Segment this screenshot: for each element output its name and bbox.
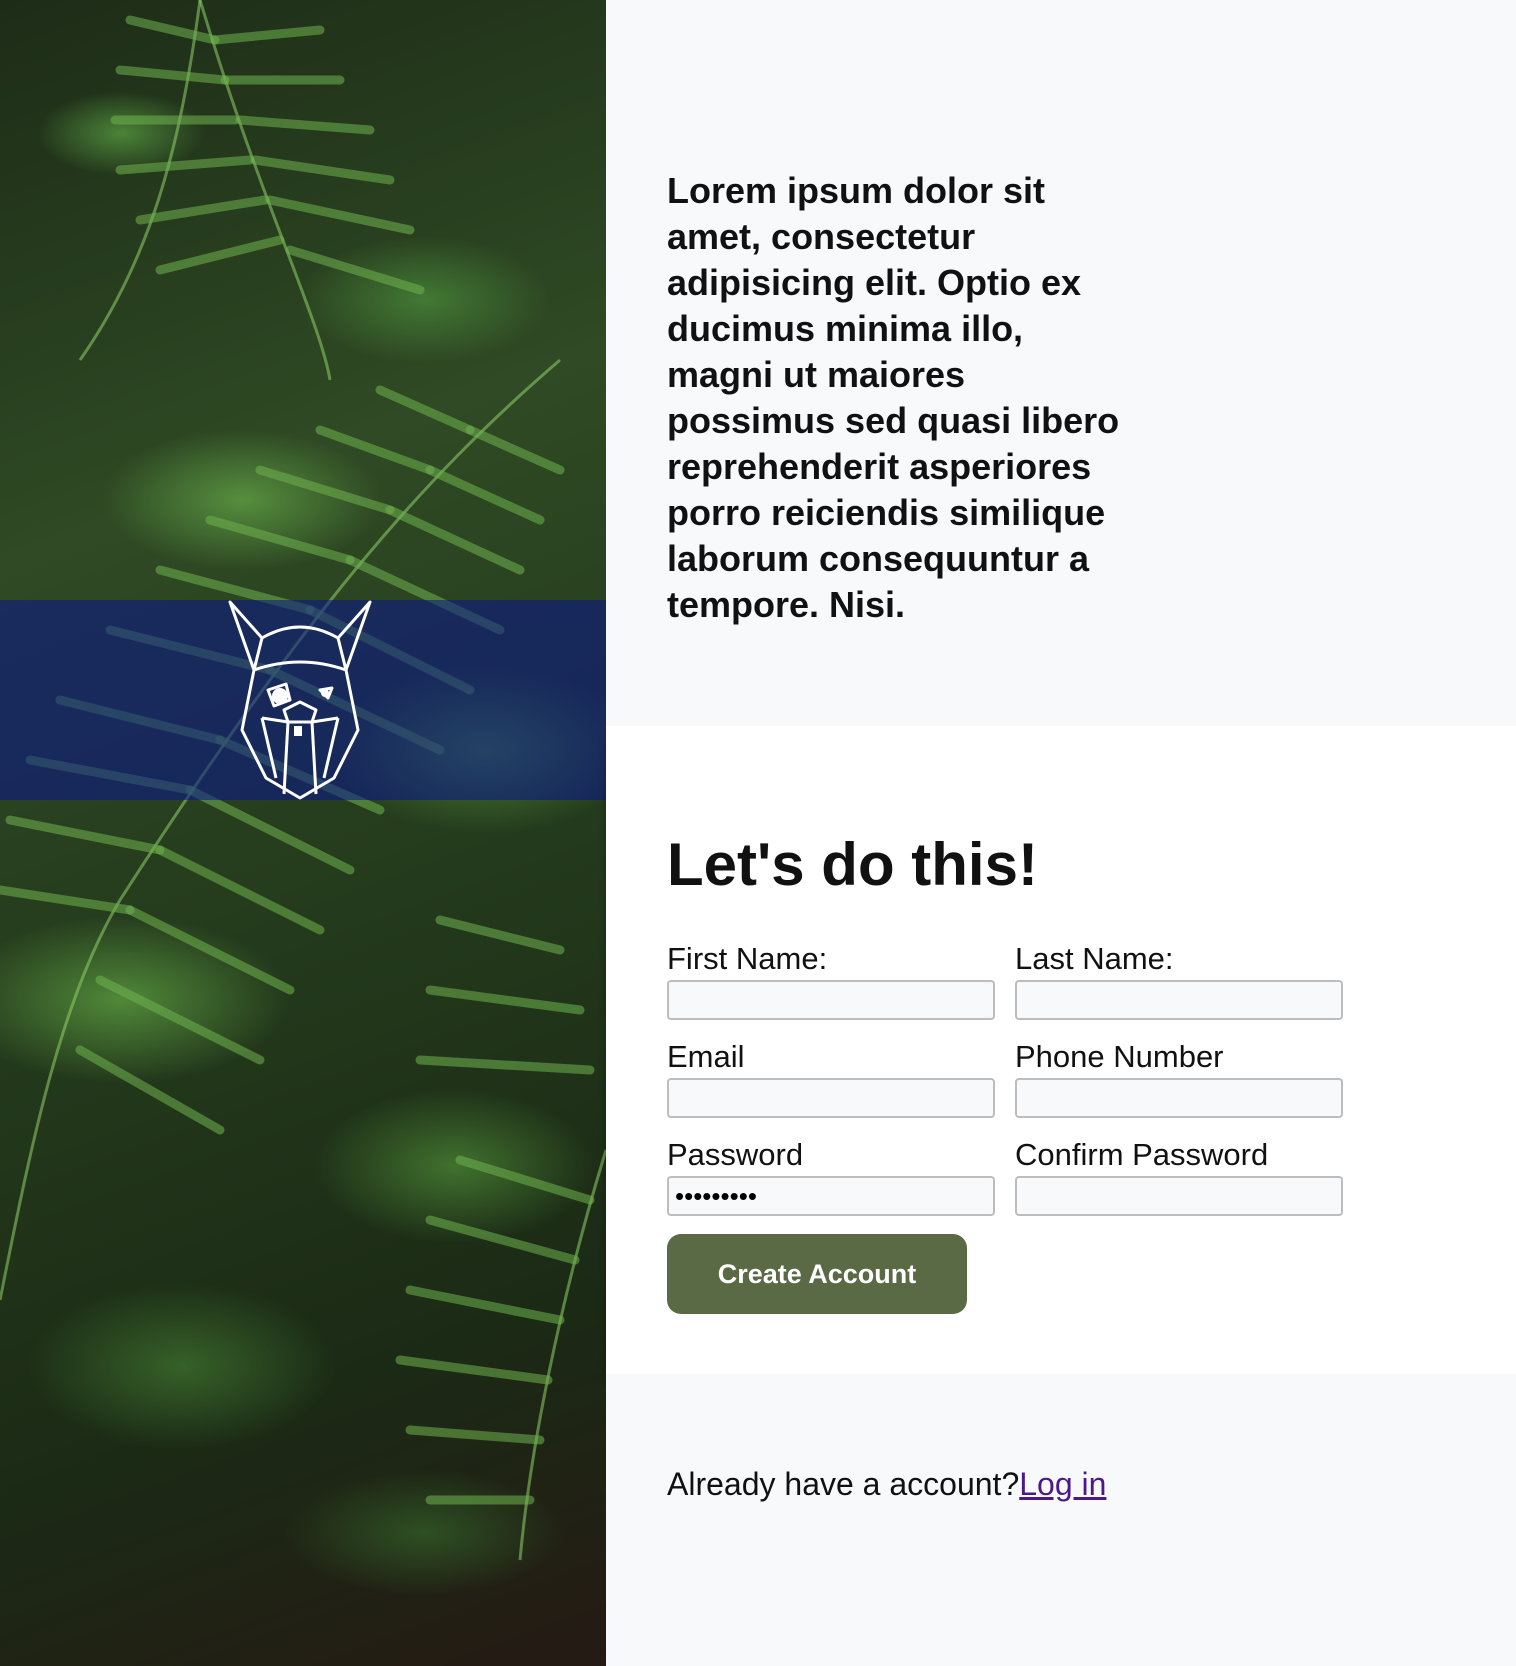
password-label: Password xyxy=(667,1137,804,1172)
footer-section: Already have a account?Log in xyxy=(606,1374,1516,1666)
password-field-group: Password xyxy=(667,1138,995,1216)
email-input[interactable] xyxy=(667,1078,995,1118)
login-link[interactable]: Log in xyxy=(1019,1466,1106,1502)
last-name-field-group: Last Name: xyxy=(1015,942,1343,1020)
create-account-button[interactable]: Create Account xyxy=(667,1234,967,1314)
login-prompt: Already have a account?Log in xyxy=(667,1464,1106,1504)
confirm-password-input[interactable] xyxy=(1015,1176,1343,1216)
viking-head-icon xyxy=(228,600,372,800)
fern-leaves-graphic xyxy=(0,0,606,1561)
signup-form-card: Let's do this! First Name: Last Name: Em… xyxy=(606,726,1516,1374)
phone-label: Phone Number xyxy=(1015,1039,1224,1074)
confirm-password-label: Confirm Password xyxy=(1015,1137,1269,1172)
first-name-field-group: First Name: xyxy=(667,942,995,1020)
phone-input[interactable] xyxy=(1015,1078,1343,1118)
intro-paragraph: Lorem ipsum dolor sit amet, consectetur … xyxy=(667,170,1120,625)
login-prompt-text: Already have a account? xyxy=(667,1466,1020,1502)
email-label: Email xyxy=(667,1039,745,1074)
first-name-label: First Name: xyxy=(667,941,828,976)
intro-section: Lorem ipsum dolor sit amet, consectetur … xyxy=(606,0,1516,726)
email-field-group: Email xyxy=(667,1040,995,1118)
signup-page: Lorem ipsum dolor sit amet, consectetur … xyxy=(0,0,1516,1666)
last-name-input[interactable] xyxy=(1015,980,1343,1020)
confirm-password-field-group: Confirm Password xyxy=(1015,1138,1343,1216)
form-title: Let's do this! xyxy=(667,831,1038,898)
first-name-input[interactable] xyxy=(667,980,995,1020)
last-name-label: Last Name: xyxy=(1015,941,1174,976)
password-input[interactable] xyxy=(667,1176,995,1216)
fern-background-image xyxy=(0,0,606,1666)
phone-field-group: Phone Number xyxy=(1015,1040,1343,1118)
